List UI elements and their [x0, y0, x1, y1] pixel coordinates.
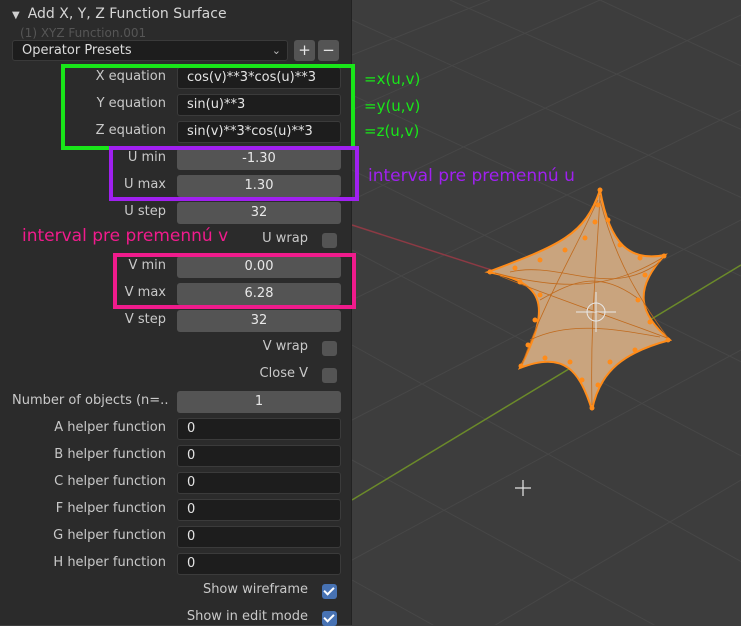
a-helper-function-text-field[interactable]: 0	[177, 418, 341, 440]
number-of-objects-n-number-field[interactable]: 1	[177, 391, 341, 413]
z-of-uv-annotation: =z(u,v)	[364, 122, 420, 140]
number-of-objects-n-label: Number of objects (n=..	[12, 393, 169, 408]
panel-header[interactable]: ▼ Add X, Y, Z Function Surface	[12, 6, 227, 22]
close-v-label: Close V	[259, 366, 308, 381]
add-preset-button[interactable]: +	[294, 40, 315, 61]
u-step-number-field[interactable]: 32	[177, 202, 341, 224]
chevron-down-icon: ⌄	[271, 44, 281, 57]
g-helper-function-text-field[interactable]: 0	[177, 526, 341, 548]
u-interval-annotation: interval pre premennú u	[368, 166, 575, 186]
f-helper-function-label: F helper function	[55, 501, 166, 516]
close-v-checkbox[interactable]	[322, 368, 337, 383]
v-interval-annotation: interval pre premennú v	[22, 226, 229, 246]
show-wireframe-checkbox[interactable]	[322, 584, 337, 599]
u-interval-highlight-box	[109, 146, 359, 201]
g-helper-function-label: G helper function	[53, 528, 166, 543]
f-helper-function-text-field[interactable]: 0	[177, 499, 341, 521]
3d-cursor-icon[interactable]	[515, 480, 531, 496]
operator-presets-dropdown[interactable]: Operator Presets ⌄	[12, 40, 288, 61]
v-wrap-checkbox[interactable]	[322, 341, 337, 356]
faded-object-name: (1) XYZ Function.001	[20, 26, 147, 40]
show-wireframe-label: Show wireframe	[202, 582, 308, 597]
c-helper-function-label: C helper function	[54, 474, 166, 489]
show-in-edit-mode-label: Show in edit mode	[186, 609, 308, 624]
u-step-label: U step	[124, 204, 166, 219]
panel-title: Add X, Y, Z Function Surface	[27, 6, 227, 22]
u-wrap-checkbox[interactable]	[322, 233, 337, 248]
operator-presets-label: Operator Presets	[22, 43, 132, 58]
v-step-number-field[interactable]: 32	[177, 310, 341, 332]
v-step-label: V step	[124, 312, 166, 327]
x-of-uv-annotation: =x(u,v)	[364, 70, 421, 88]
c-helper-function-text-field[interactable]: 0	[177, 472, 341, 494]
equations-highlight-box	[61, 64, 355, 150]
y-of-uv-annotation: =y(u,v)	[364, 97, 421, 115]
h-helper-function-label: H helper function	[53, 555, 166, 570]
b-helper-function-text-field[interactable]: 0	[177, 445, 341, 467]
v-interval-highlight-box	[113, 253, 356, 309]
h-helper-function-text-field[interactable]: 0	[177, 553, 341, 575]
u-wrap-label: U wrap	[262, 231, 308, 246]
collapse-triangle-icon[interactable]: ▼	[12, 10, 20, 21]
a-helper-function-label: A helper function	[54, 420, 166, 435]
v-wrap-label: V wrap	[262, 339, 308, 354]
remove-preset-button[interactable]: −	[318, 40, 339, 61]
b-helper-function-label: B helper function	[54, 447, 166, 462]
show-in-edit-mode-checkbox[interactable]	[322, 611, 337, 626]
